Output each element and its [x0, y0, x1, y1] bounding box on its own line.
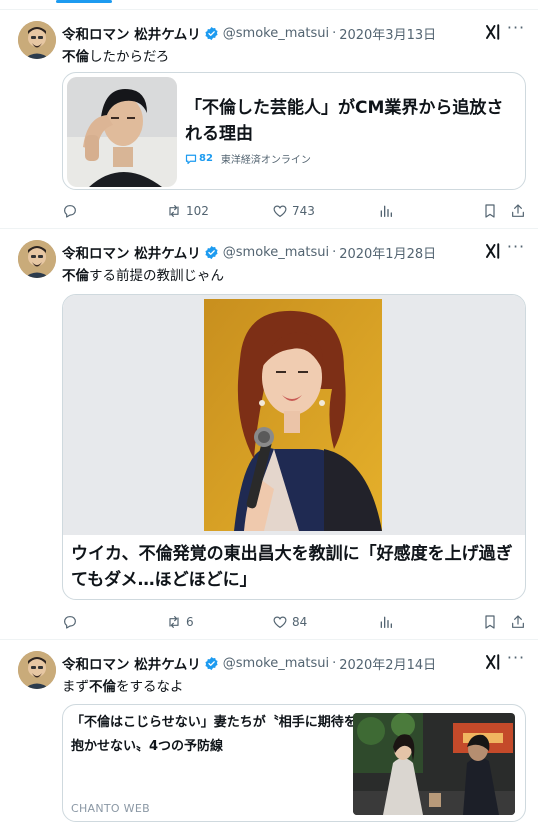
share-button[interactable] — [510, 201, 530, 221]
retweet-button[interactable]: 102 — [166, 201, 209, 221]
more-icon[interactable]: ··· — [506, 650, 526, 671]
views-button[interactable] — [378, 612, 398, 632]
like-icon — [273, 616, 287, 628]
more-icon[interactable]: ··· — [506, 20, 526, 41]
active-tab-indicator — [56, 0, 112, 3]
reply-button[interactable] — [62, 201, 82, 221]
retweet-icon — [169, 205, 179, 217]
display-name[interactable]: 令和ロマン 松井ケムリ — [62, 653, 201, 673]
user-handle[interactable]: @smoke_matsui — [223, 656, 329, 671]
display-name[interactable]: 令和ロマン 松井ケムリ — [62, 242, 201, 262]
share-icon — [512, 615, 524, 628]
tweet-header: 令和ロマン 松井ケムリ @smoke_matsui · 2020年3月13日 — [62, 23, 478, 44]
action-bar: 102 743 — [62, 201, 526, 221]
tweet-text: まず不倫をするなよ — [62, 675, 184, 695]
reply-button[interactable] — [62, 612, 82, 632]
tweet-text-rest: をするなよ — [116, 679, 184, 695]
tweet-text-bold: 不倫 — [62, 268, 89, 284]
comment-icon — [185, 154, 197, 164]
bookmark-icon — [485, 204, 495, 218]
avatar[interactable] — [18, 651, 56, 689]
card-image — [63, 295, 525, 535]
tweet-text-bold: 不倫 — [89, 679, 116, 695]
link-card[interactable]: 「不倫はこじらせない」妻たちが〝相手に期待を抱かせない〟4つの予防線 CHANT… — [62, 704, 526, 822]
tweet-date[interactable]: 2020年2月14日 — [339, 654, 436, 673]
avatar[interactable] — [18, 21, 56, 59]
link-card[interactable]: ウイカ、不倫発覚の東出昌大を教訓に「好感度を上げ過ぎてもダメ…ほどほどに」 — [62, 294, 526, 600]
separator-dot: · — [332, 244, 337, 260]
card-thumbnail — [67, 77, 177, 187]
bookmark-button[interactable] — [482, 201, 502, 221]
share-button[interactable] — [510, 612, 530, 632]
views-button[interactable] — [378, 201, 398, 221]
retweet-button[interactable]: 6 — [166, 612, 194, 632]
grok-icon[interactable] — [484, 653, 502, 671]
card-thumbnail — [353, 713, 515, 815]
retweet-count: 6 — [186, 615, 194, 629]
like-button[interactable]: 743 — [272, 201, 315, 221]
separator-dot: · — [332, 25, 337, 41]
verified-badge-icon — [204, 656, 219, 671]
tweet-text-rest: する前提の教訓じゃん — [89, 268, 224, 284]
like-count: 84 — [292, 615, 308, 629]
card-source: CHANTO WEB — [71, 802, 150, 815]
tweet-3[interactable]: 令和ロマン 松井ケムリ @smoke_matsui · 2020年2月14日 ·… — [0, 641, 538, 822]
grok-icon[interactable] — [484, 242, 502, 260]
timeline-top-bar — [0, 0, 538, 10]
grok-icon[interactable] — [484, 23, 502, 41]
action-bar: 6 84 — [62, 612, 526, 632]
card-source: 東洋経済オンライン — [220, 155, 311, 166]
card-title[interactable]: 「不倫した芸能人」がCM業界から追放される理由 — [185, 95, 515, 147]
avatar[interactable] — [18, 240, 56, 278]
verified-badge-icon — [204, 26, 219, 41]
tweet-text-bold: 不倫 — [62, 49, 89, 65]
tweet-header: 令和ロマン 松井ケムリ @smoke_matsui · 2020年1月28日 — [62, 242, 478, 263]
tweet-1[interactable]: 令和ロマン 松井ケムリ @smoke_matsui · 2020年3月13日 ·… — [0, 11, 538, 229]
tweet-text: 不倫したからだろ — [62, 45, 169, 65]
comment-count: 82 — [185, 153, 213, 165]
user-handle[interactable]: @smoke_matsui — [223, 26, 329, 41]
like-button[interactable]: 84 — [272, 612, 307, 632]
card-title[interactable]: 「不倫はこじらせない」妻たちが〝相手に期待を抱かせない〟4つの予防線 — [71, 711, 361, 759]
like-count: 743 — [292, 204, 315, 218]
retweet-count: 102 — [186, 204, 209, 218]
views-icon — [380, 616, 392, 628]
user-handle[interactable]: @smoke_matsui — [223, 245, 329, 260]
tweet-text-rest: したからだろ — [89, 49, 170, 65]
card-photo — [204, 299, 382, 531]
verified-badge-icon — [204, 245, 219, 260]
tweet-text-pre: まず — [62, 679, 89, 695]
card-meta: 82 東洋経済オンライン — [185, 151, 311, 166]
reply-icon — [64, 205, 76, 218]
tweet-date[interactable]: 2020年1月28日 — [339, 243, 436, 262]
tweet-date[interactable]: 2020年3月13日 — [339, 24, 436, 43]
more-icon[interactable]: ··· — [506, 239, 526, 260]
like-icon — [273, 205, 287, 217]
retweet-icon — [169, 616, 179, 628]
bookmark-button[interactable] — [482, 612, 502, 632]
tweet-header: 令和ロマン 松井ケムリ @smoke_matsui · 2020年2月14日 — [62, 653, 478, 674]
comment-count-value: 82 — [199, 153, 213, 164]
display-name[interactable]: 令和ロマン 松井ケムリ — [62, 23, 201, 43]
tweet-2[interactable]: 令和ロマン 松井ケムリ @smoke_matsui · 2020年1月28日 ·… — [0, 230, 538, 640]
share-icon — [512, 204, 524, 217]
link-card[interactable]: 「不倫した芸能人」がCM業界から追放される理由 82 東洋経済オンライン — [62, 72, 526, 190]
separator-dot: · — [332, 655, 337, 671]
views-icon — [380, 205, 392, 217]
bookmark-icon — [485, 615, 495, 629]
tweet-text: 不倫する前提の教訓じゃん — [62, 264, 224, 284]
card-caption[interactable]: ウイカ、不倫発覚の東出昌大を教訓に「好感度を上げ過ぎてもダメ…ほどほどに」 — [71, 541, 521, 593]
reply-icon — [64, 616, 76, 629]
